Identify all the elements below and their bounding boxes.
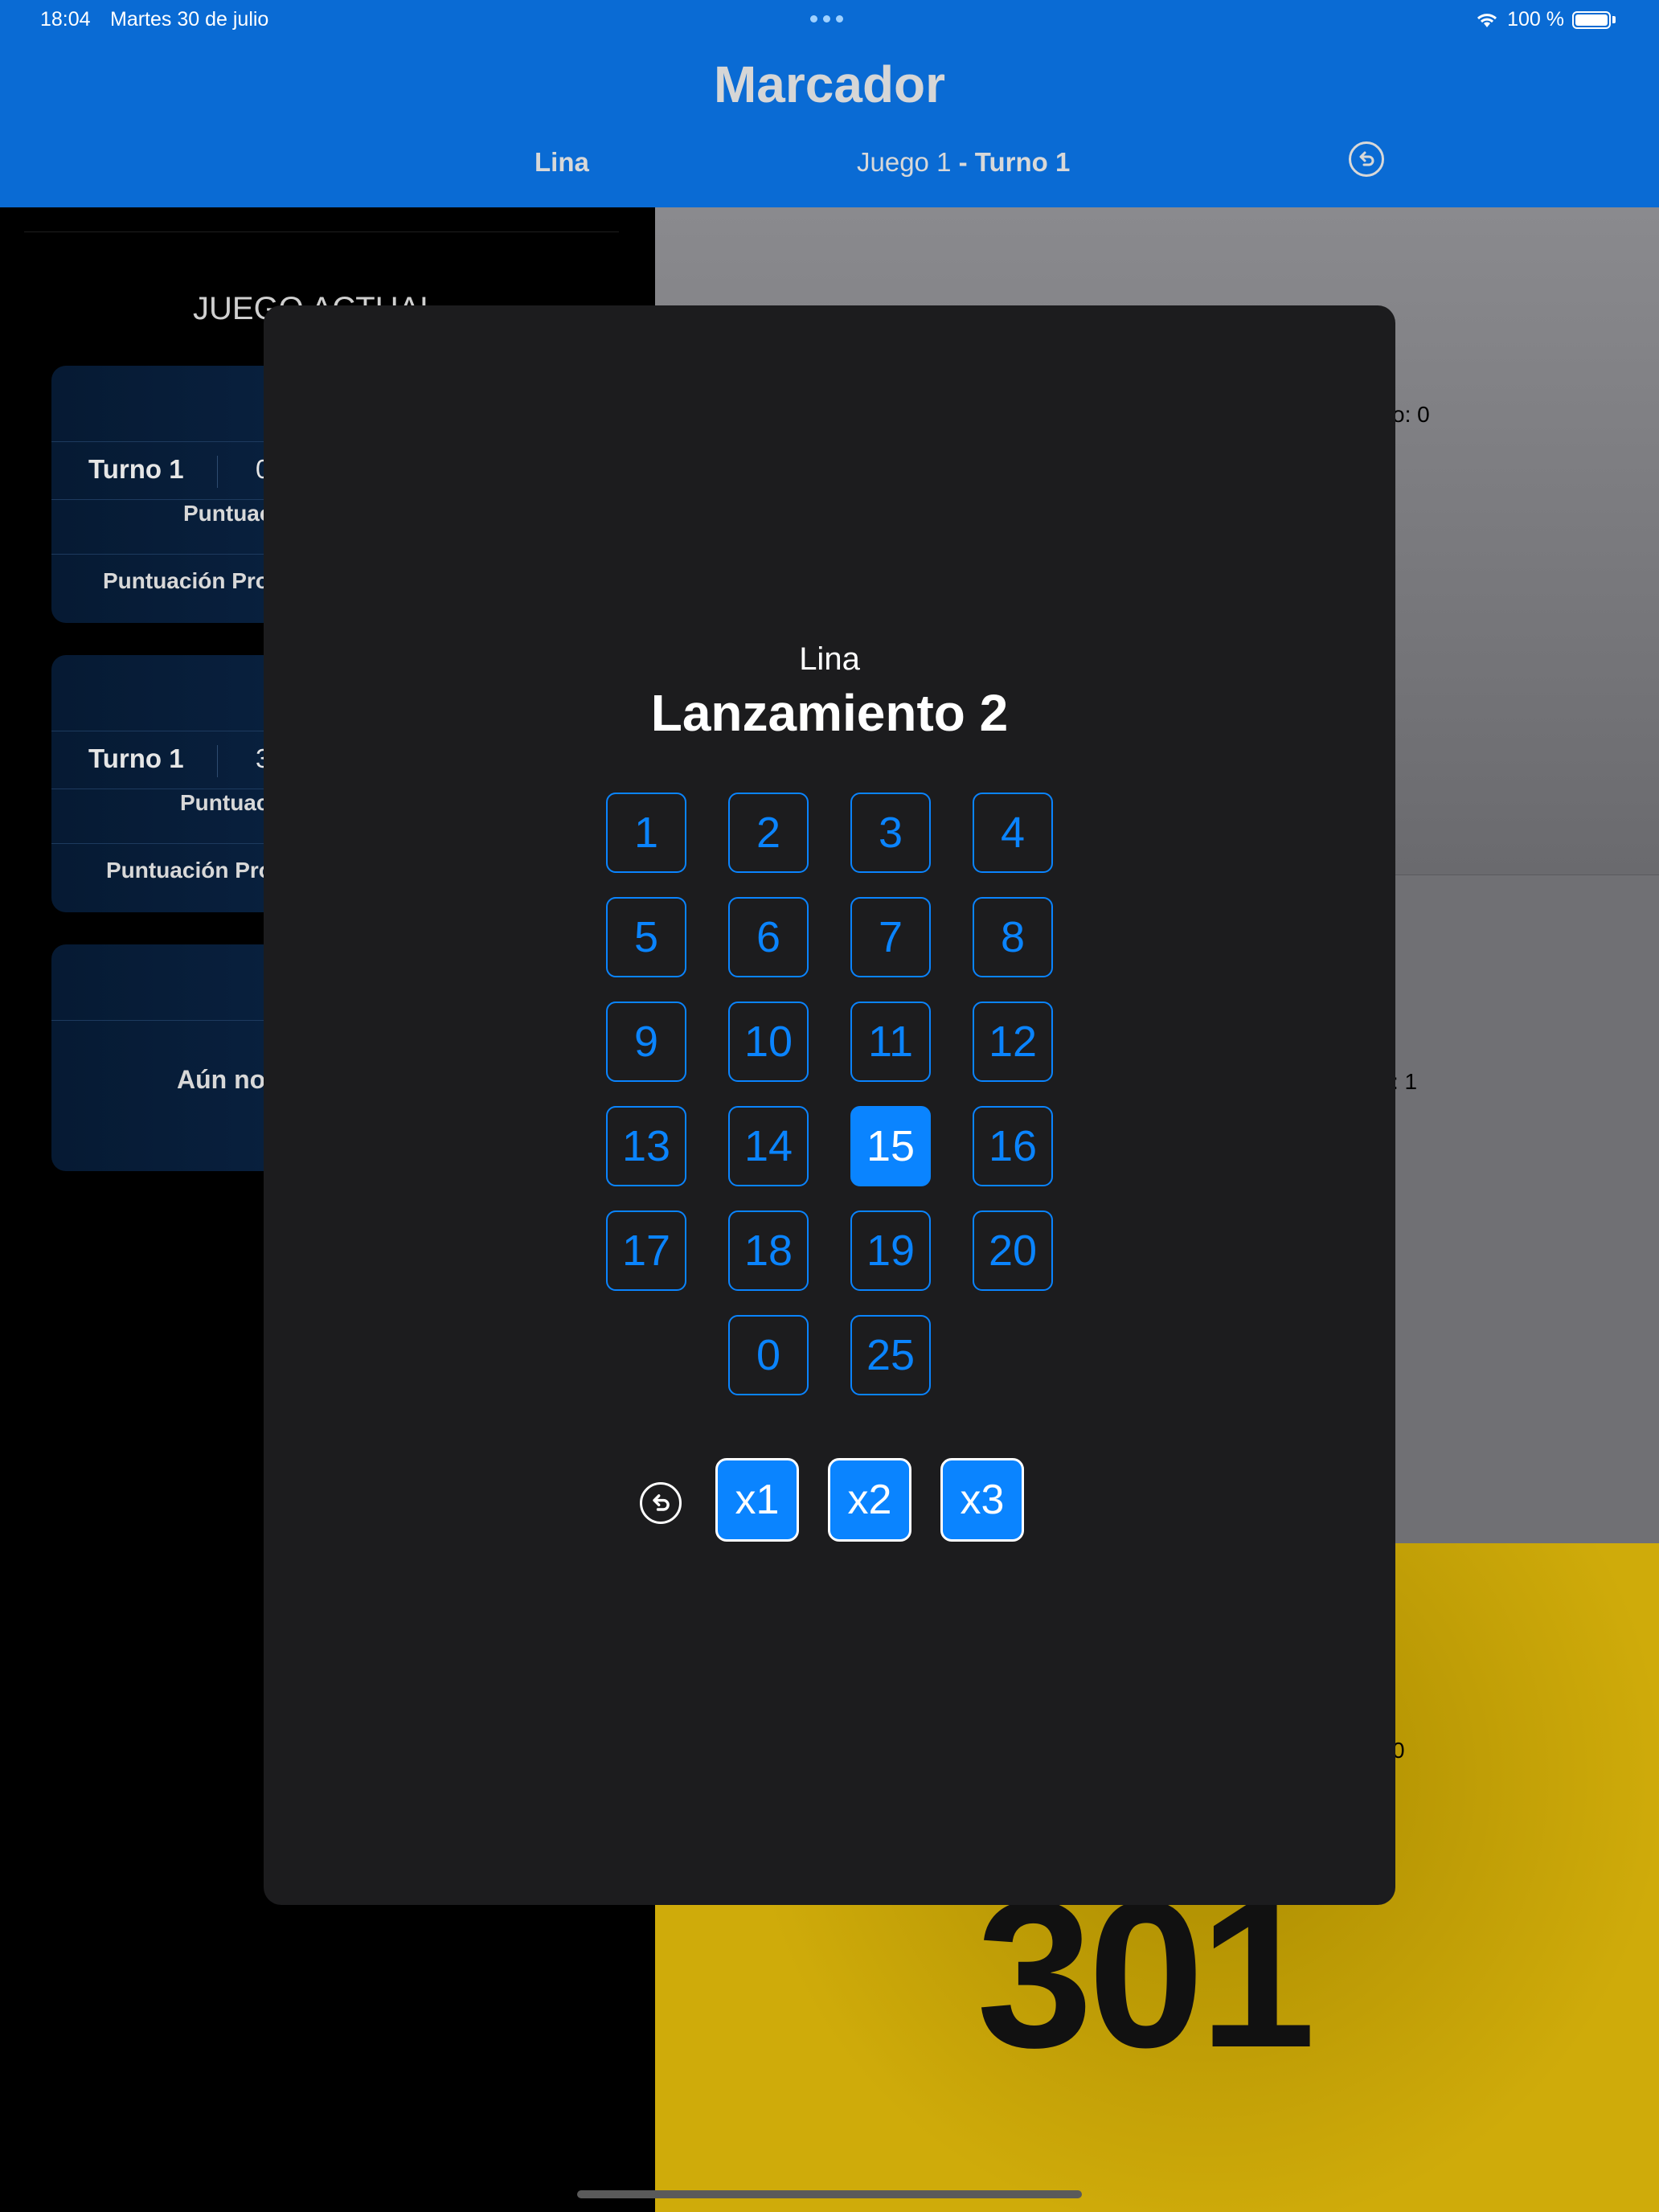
key-6[interactable]: 6 <box>728 897 809 977</box>
undo-throw-icon[interactable] <box>640 1482 682 1524</box>
key-7[interactable]: 7 <box>850 897 931 977</box>
key-1[interactable]: 1 <box>606 793 686 873</box>
modal-player-name: Lina <box>799 641 860 677</box>
game-label: Juego 1 <box>857 147 952 177</box>
key-17[interactable]: 17 <box>606 1210 686 1291</box>
page-title: Marcador <box>713 55 946 113</box>
game-turn-label: Juego 1 - Turno 1 <box>857 147 1070 178</box>
navigation-bar: Marcador Lina Juego 1 - Turno 1 <box>0 39 1659 207</box>
key-20[interactable]: 20 <box>973 1210 1053 1291</box>
key-10[interactable]: 10 <box>728 1002 809 1082</box>
key-25[interactable]: 25 <box>850 1315 931 1395</box>
average-score-label: Puntuación Pro <box>106 858 272 883</box>
current-player: Lina <box>535 147 589 177</box>
turn-label: Turno 1 <box>88 454 184 484</box>
score-label: Puntuac <box>183 501 272 526</box>
wifi-icon <box>1477 13 1497 27</box>
divider <box>24 231 619 232</box>
key-0[interactable]: 0 <box>728 1315 809 1395</box>
key-12[interactable]: 12 <box>973 1002 1053 1082</box>
key-18[interactable]: 18 <box>728 1210 809 1291</box>
divider <box>217 456 218 488</box>
divider <box>217 745 218 777</box>
status-right: 100 % <box>1475 8 1616 31</box>
multiplier-x1-button[interactable]: x1 <box>715 1458 799 1542</box>
battery-icon <box>1572 10 1611 29</box>
status-date: Martes 30 de julio <box>110 8 269 31</box>
key-11[interactable]: 11 <box>850 1002 931 1082</box>
turn-label: Turno 1 <box>88 743 184 773</box>
average-score-label: Puntuación Pro <box>103 568 269 593</box>
multitasking-dots-icon[interactable] <box>810 15 843 23</box>
score-keypad: 1 2 3 4 5 6 7 8 9 10 11 12 13 14 15 16 1… <box>606 793 1056 1395</box>
key-15-selected[interactable]: 15 <box>850 1106 931 1186</box>
key-2[interactable]: 2 <box>728 793 809 873</box>
home-indicator[interactable] <box>577 2190 1082 2198</box>
empty-history-text: Aún no <box>177 1065 266 1094</box>
key-9[interactable]: 9 <box>606 1002 686 1082</box>
multiplier-x3-button[interactable]: x3 <box>940 1458 1024 1542</box>
key-16[interactable]: 16 <box>973 1106 1053 1186</box>
multiplier-x2-button[interactable]: x2 <box>828 1458 911 1542</box>
throw-input-modal: Lina Lanzamiento 2 1 2 3 4 5 6 7 8 9 10 … <box>264 305 1395 1905</box>
key-19[interactable]: 19 <box>850 1210 931 1291</box>
turn-label: - Turno 1 <box>958 147 1071 177</box>
throw-title: Lanzamiento 2 <box>650 684 1009 742</box>
battery-percent: 100 % <box>1507 8 1564 31</box>
status-bar: 18:04 Martes 30 de julio 100 % <box>0 0 1659 39</box>
key-8[interactable]: 8 <box>973 897 1053 977</box>
key-5[interactable]: 5 <box>606 897 686 977</box>
score-label: Puntuac <box>180 790 269 815</box>
player-stat: o: 0 <box>1392 402 1430 427</box>
key-4[interactable]: 4 <box>973 793 1053 873</box>
key-13[interactable]: 13 <box>606 1106 686 1186</box>
key-3[interactable]: 3 <box>850 793 931 873</box>
key-14[interactable]: 14 <box>728 1106 809 1186</box>
undo-icon[interactable] <box>1349 141 1384 177</box>
status-time: 18:04 <box>40 8 91 31</box>
battery-tip <box>1612 16 1616 23</box>
player-stat: : 1 <box>1392 1069 1418 1094</box>
